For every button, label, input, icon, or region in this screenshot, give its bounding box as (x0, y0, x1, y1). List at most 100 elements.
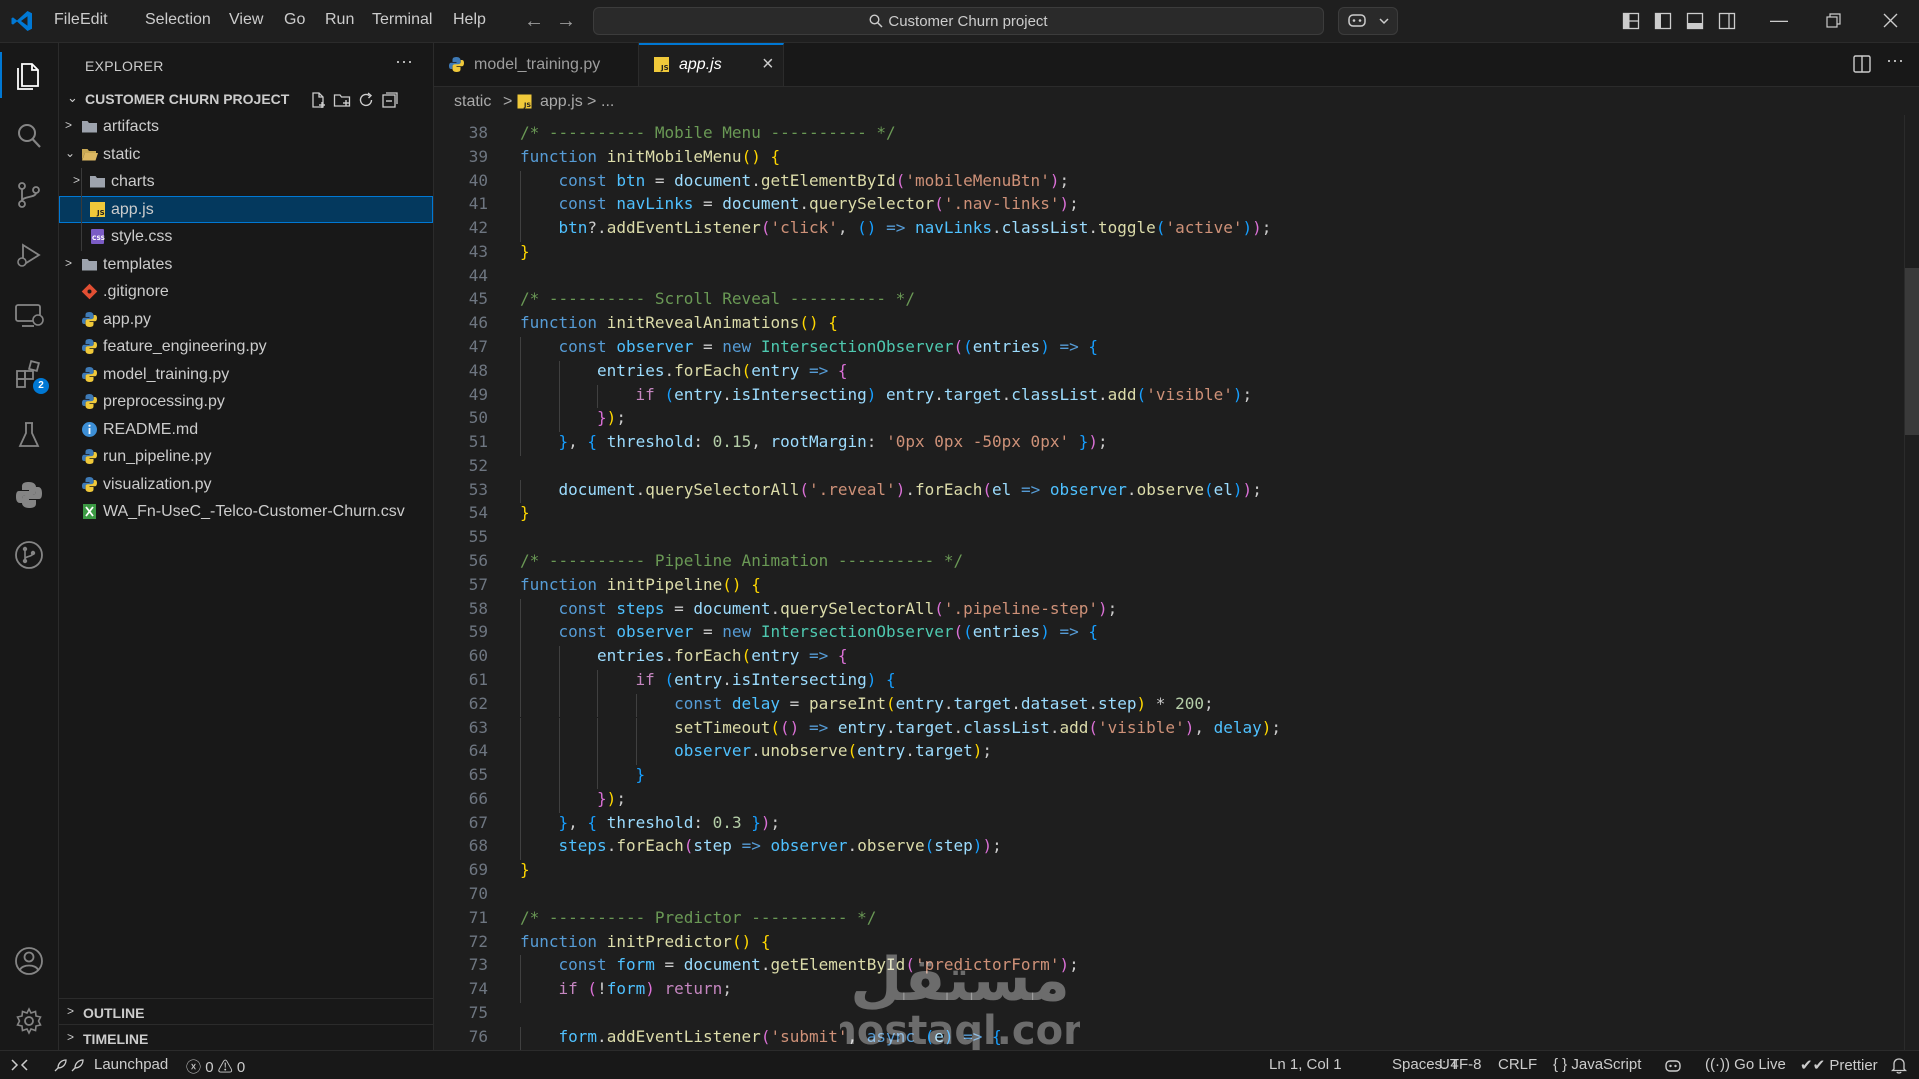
tree-folder[interactable]: ⌄ static (59, 141, 433, 168)
toggle-panel-icon[interactable] (1686, 12, 1704, 30)
css-file-icon: CSS (91, 229, 105, 244)
code-text: }, { threshold: 0.15, rootMargin: '0px 0… (558, 432, 1108, 452)
menu-file[interactable]: File (54, 11, 80, 29)
new-file-icon[interactable] (309, 91, 327, 109)
indent-guide (520, 170, 521, 195)
tree-file[interactable]: feature_engineering.py (59, 333, 433, 360)
code-line: 60 entries.forEach(entry => { (434, 646, 1904, 670)
launchpad-label[interactable]: Launchpad (94, 1056, 168, 1073)
close-window-icon[interactable] (1883, 13, 1898, 28)
language-label: JavaScript (1571, 1056, 1642, 1073)
search-icon[interactable] (13, 120, 45, 152)
notifications-bell-icon[interactable] (1891, 1057, 1907, 1074)
outline-panel-header[interactable]: > OUTLINE (59, 998, 433, 1024)
code-text: document.querySelectorAll('.reveal').for… (558, 479, 1262, 499)
problems-indicator[interactable]: ⓧ 0 ⚠ 0 (186, 1056, 245, 1077)
menu-run[interactable]: Run (325, 11, 354, 29)
line-number: 66 (468, 788, 488, 808)
line-number: 54 (468, 503, 488, 523)
explorer-files-icon[interactable] (13, 59, 45, 91)
customize-layout-icon[interactable] (1622, 12, 1640, 30)
account-icon[interactable] (13, 945, 45, 977)
remote-explorer-icon[interactable] (13, 299, 45, 331)
indent-guide (520, 669, 521, 694)
settings-gear-icon[interactable] (13, 1005, 45, 1037)
remote-window-icon[interactable] (0, 1051, 40, 1079)
tree-folder[interactable]: > artifacts (59, 113, 433, 140)
breadcrumb-file[interactable]: app.js (540, 93, 583, 111)
tab-model-training[interactable]: model_training.py (434, 43, 639, 86)
split-editor-icon[interactable] (1852, 54, 1872, 74)
minimize-icon[interactable]: — (1770, 10, 1788, 31)
code-editor[interactable]: 38 /* ---------- Mobile Menu ---------- *… (434, 115, 1919, 1050)
menu-selection[interactable]: Selection (145, 11, 211, 29)
javascript-file-icon: JS (90, 201, 105, 217)
toggle-secondary-sidebar-icon[interactable] (1718, 12, 1736, 30)
project-folder-header[interactable]: ⌄ CUSTOMER CHURN PROJECT (59, 88, 433, 110)
source-control-icon[interactable] (13, 179, 45, 211)
collapse-all-icon[interactable] (381, 91, 399, 109)
tree-item-label: app.py (103, 310, 152, 328)
menu-edit[interactable]: Edit (80, 11, 108, 29)
code-line: 74 if (!form) return; (434, 979, 1904, 1003)
git-graph-icon[interactable] (13, 539, 45, 571)
code-line: 42 btn?.addEventListener('click', () => n… (434, 218, 1904, 242)
editor-more-actions-icon[interactable]: ··· (1886, 50, 1904, 71)
breadcrumb-symbol[interactable]: ... (601, 93, 614, 111)
tree-folder[interactable]: > charts (59, 168, 433, 195)
more-actions-icon[interactable]: ··· (395, 51, 413, 72)
command-center-search[interactable]: Customer Churn project (593, 7, 1324, 35)
python-icon[interactable] (13, 479, 45, 511)
tree-item-label: run_pipeline.py (103, 448, 212, 465)
menu-view[interactable]: View (229, 11, 263, 29)
close-tab-icon[interactable]: × (762, 53, 774, 76)
tree-file[interactable]: run_pipeline.py (59, 443, 433, 470)
vertical-scrollbar[interactable] (1904, 115, 1919, 1050)
tree-folder[interactable]: > templates (59, 251, 433, 278)
timeline-panel-header[interactable]: > TIMELINE (59, 1024, 433, 1050)
line-number: 47 (468, 337, 488, 357)
line-number: 61 (468, 669, 488, 689)
tree-file[interactable]: preprocessing.py (59, 388, 433, 415)
line-number: 76 (468, 1026, 488, 1046)
tree-file[interactable]: WA_Fn-UseC_-Telco-Customer-Churn.csv (59, 498, 433, 525)
tree-file[interactable]: .gitignore (59, 278, 433, 305)
tree-file[interactable]: CSS style.css (59, 223, 433, 250)
toggle-primary-sidebar-icon[interactable] (1654, 12, 1672, 30)
run-debug-icon[interactable] (13, 239, 45, 271)
go-live-button[interactable]: ((·)) Go Live (1705, 1056, 1786, 1073)
indent-guide (520, 788, 521, 813)
breadcrumb-folder[interactable]: static (454, 93, 491, 111)
tree-file[interactable]: README.md (59, 416, 433, 443)
testing-flask-icon[interactable] (13, 419, 45, 451)
encoding[interactable]: UTF-8 (1439, 1056, 1482, 1073)
new-folder-icon[interactable] (333, 91, 351, 109)
menu-go[interactable]: Go (284, 11, 305, 29)
tree-file[interactable]: visualization.py (59, 471, 433, 498)
tree-file[interactable]: JS app.js (59, 195, 433, 223)
tree-file[interactable]: app.py (59, 306, 433, 333)
tree-file[interactable]: model_training.py (59, 361, 433, 388)
line-number: 40 (468, 170, 488, 190)
cursor-position[interactable]: Ln 1, Col 1 (1269, 1056, 1342, 1073)
timeline-label: TIMELINE (83, 1031, 149, 1047)
prettier-status[interactable]: ✔✔ Prettier (1800, 1056, 1878, 1074)
svg-text:JS: JS (523, 101, 531, 109)
code-line: 76 form.addEventListener('submit', async … (434, 1027, 1904, 1050)
forward-arrow-icon[interactable]: → (556, 11, 576, 31)
end-of-line[interactable]: CRLF (1498, 1056, 1537, 1073)
copilot-status-icon[interactable] (1664, 1057, 1682, 1075)
restore-icon[interactable] (1826, 13, 1841, 28)
language-mode[interactable]: { } JavaScript (1553, 1056, 1641, 1073)
tree-item-label: feature_engineering.py (103, 338, 267, 355)
menu-terminal[interactable]: Terminal (372, 11, 432, 29)
tab-app-js[interactable]: JS app.js × (639, 43, 784, 86)
indent-guide (520, 408, 521, 433)
scrollbar-thumb[interactable] (1905, 268, 1919, 435)
refresh-icon[interactable] (357, 91, 375, 109)
indent-guide (520, 194, 521, 219)
menu-help[interactable]: Help (453, 11, 486, 29)
back-arrow-icon[interactable]: ← (524, 11, 544, 31)
code-line: 44 (434, 266, 1904, 290)
copilot-button[interactable] (1338, 7, 1398, 35)
